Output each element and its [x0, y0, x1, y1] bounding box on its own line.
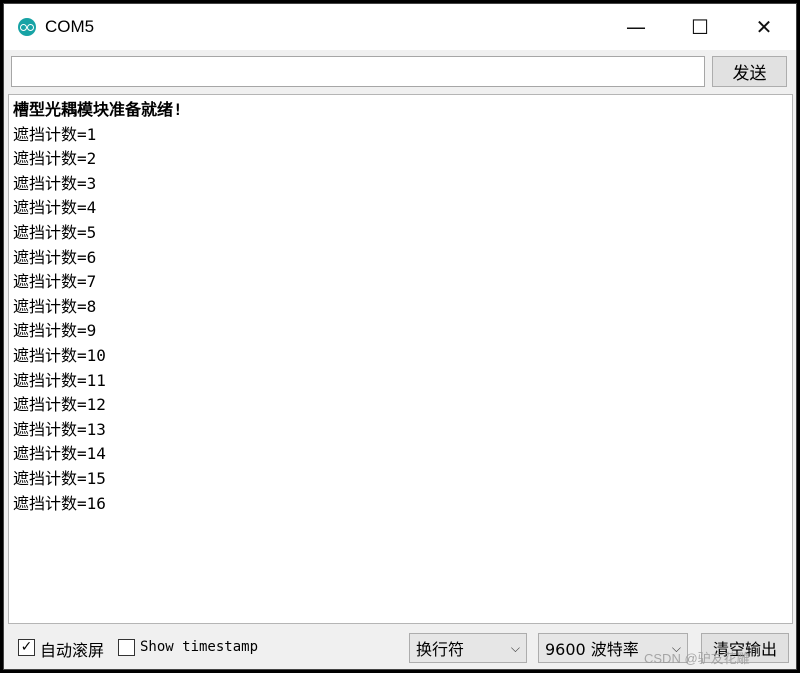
serial-output[interactable]: 槽型光耦模块准备就绪! 遮挡计数=1 遮挡计数=2 遮挡计数=3 遮挡计数=4 遮挡计数=… [8, 94, 793, 624]
title-bar: COM5 — ☐ ✕ [4, 4, 796, 50]
serial-monitor-window: COM5 — ☐ ✕ 发送 槽型光耦模块准备就绪! 遮挡计数=1 遮挡计数=2 遮挡计… [3, 3, 797, 670]
output-line: 遮挡计数=14 [13, 444, 106, 464]
output-line: 遮挡计数=16 [13, 493, 106, 513]
output-line: 遮挡计数=3 [13, 173, 97, 193]
output-line: 遮挡计数=1 [13, 124, 97, 144]
output-line: 遮挡计数=8 [13, 296, 97, 316]
output-line: 遮挡计数=5 [13, 222, 97, 242]
baud-rate-value: 9600 波特率 [545, 640, 639, 659]
chevron-down-icon: ⌵ [510, 640, 520, 655]
send-button[interactable]: 发送 [712, 56, 787, 87]
close-button[interactable]: ✕ [732, 4, 796, 50]
output-line: 遮挡计数=4 [13, 198, 97, 218]
output-line: 遮挡计数=11 [13, 370, 106, 390]
output-line: 遮挡计数=2 [13, 149, 97, 169]
send-row: 发送 [4, 52, 796, 92]
line-ending-value: 换行符 [416, 640, 465, 659]
output-line: 遮挡计数=10 [13, 345, 106, 365]
output-line: 遮挡计数=13 [13, 419, 106, 439]
output-line: 遮挡计数=15 [13, 468, 106, 488]
autoscroll-label: 自动滚屏 [40, 641, 105, 660]
maximize-button[interactable]: ☐ [668, 4, 732, 50]
send-input[interactable] [11, 56, 705, 87]
autoscroll-checkbox[interactable]: ✓ [18, 639, 35, 656]
output-line: 槽型光耦模块准备就绪! [13, 100, 183, 119]
window-controls: — ☐ ✕ [604, 4, 796, 50]
checkmark-icon: ✓ [20, 639, 33, 655]
output-line: 遮挡计数=12 [13, 395, 106, 415]
line-ending-select[interactable]: 换行符 ⌵ [409, 633, 527, 663]
timestamp-checkbox[interactable] [118, 639, 135, 656]
watermark: CSDN @驴友花雕 [644, 651, 750, 666]
output-line: 遮挡计数=6 [13, 247, 97, 267]
window-title: COM5 [45, 17, 95, 36]
arduino-icon [18, 18, 36, 36]
timestamp-label: Show timestamp [140, 639, 259, 655]
output-line: 遮挡计数=9 [13, 321, 97, 341]
minimize-button[interactable]: — [604, 4, 668, 50]
output-line: 遮挡计数=7 [13, 272, 97, 292]
